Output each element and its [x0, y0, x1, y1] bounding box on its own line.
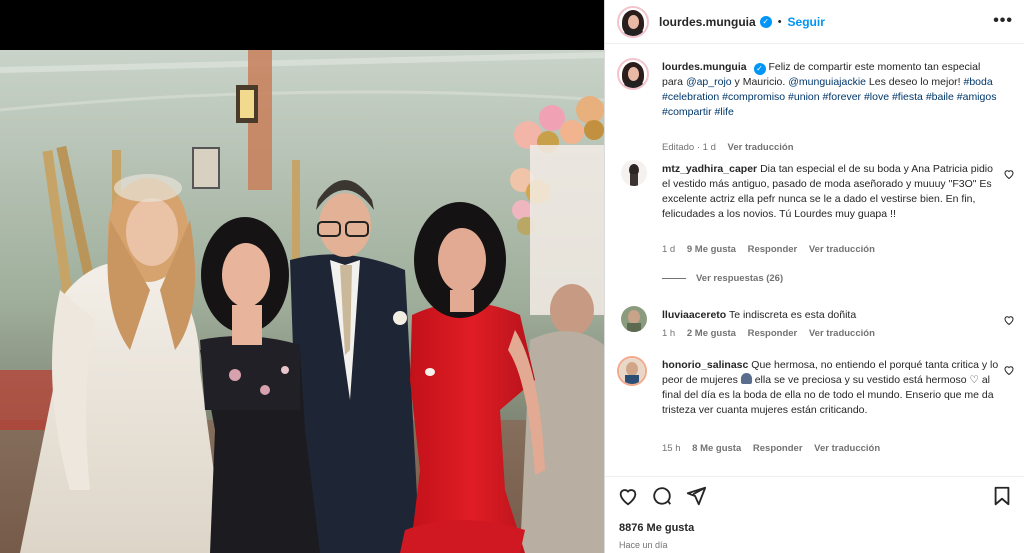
replies-line — [662, 277, 686, 279]
more-options-icon[interactable]: ••• — [993, 12, 1013, 30]
comment-username[interactable]: lluviaacereto — [662, 309, 726, 321]
comment-item: lluviaacereto Te indiscreta es esta doñi… — [617, 306, 1017, 352]
comment-reply-button[interactable]: Responder — [748, 244, 798, 255]
bookmark-icon[interactable] — [991, 485, 1013, 507]
caption-author-avatar[interactable] — [617, 58, 649, 90]
comment-translate-button[interactable]: Ver traducción — [809, 328, 875, 339]
comment-translate-button[interactable]: Ver traducción — [814, 443, 880, 454]
comment-meta: 15 h 8 Me gusta Responder Ver traducción — [662, 443, 889, 454]
comment-time: 1 h — [662, 328, 676, 339]
caption-part: Les deseo lo mejor! — [866, 76, 964, 88]
likes-count[interactable]: 8876 Me gusta — [619, 522, 694, 534]
comment-icon[interactable] — [651, 485, 673, 507]
verified-badge-icon: ✓ — [753, 63, 766, 75]
comment-likes[interactable]: 2 Me gusta — [687, 328, 736, 339]
verified-badge-icon: ✓ — [759, 15, 772, 28]
caption-edited: Editado · 1 d — [662, 142, 716, 153]
author-username[interactable]: lourdes.munguia — [659, 15, 756, 29]
view-replies[interactable]: Ver respuestas (26) — [662, 273, 792, 284]
comment-reply-button[interactable]: Responder — [748, 328, 798, 339]
commenter-avatar[interactable] — [621, 160, 647, 186]
post-side-panel: lourdes.munguia ✓ • Seguir ••• lourdes.m… — [604, 0, 1024, 553]
instagram-post-modal: lourdes.munguia ✓ • Seguir ••• lourdes.m… — [0, 0, 1024, 553]
comment-time: 15 h — [662, 443, 681, 454]
comment-translate-button[interactable]: Ver traducción — [809, 244, 875, 255]
commenter-avatar[interactable] — [621, 306, 647, 332]
comments-area[interactable]: lourdes.munguia ✓ Feliz de compartir est… — [605, 44, 1024, 476]
separator-dot: • — [777, 15, 782, 28]
comment-item: mtz_yadhira_caper Dia tan especial el de… — [617, 160, 1017, 290]
view-replies-label[interactable]: Ver respuestas (26) — [696, 273, 783, 284]
post-header: lourdes.munguia ✓ • Seguir ••• — [605, 0, 1024, 44]
mention-munguiajackie[interactable]: @munguiajackie — [788, 76, 866, 88]
comment-body: Te indiscreta es esta doñita — [728, 309, 857, 321]
caption-username[interactable]: lourdes.munguia — [662, 61, 747, 73]
heart-emoji-icon: ♡ — [969, 374, 979, 386]
comment-like-heart-icon[interactable] — [1003, 364, 1015, 376]
caption-part: y Mauricio. — [731, 76, 789, 88]
comment-text: lluviaacereto Te indiscreta es esta doñi… — [662, 308, 1004, 323]
share-icon[interactable] — [685, 485, 707, 507]
post-media[interactable] — [0, 0, 604, 553]
person-emoji-icon — [740, 373, 752, 384]
comment-text: honorio_salinasc Que hermosa, no entiend… — [662, 358, 1004, 418]
post-actions: 8876 Me gusta Hace un día — [605, 476, 1024, 553]
mention-ap-rojo[interactable]: @ap_rojo — [686, 76, 732, 88]
comment-item: honorio_salinasc Que hermosa, no entiend… — [617, 356, 1017, 466]
comment-likes[interactable]: 9 Me gusta — [687, 244, 736, 255]
follow-button[interactable]: Seguir — [788, 15, 825, 29]
post-caption: lourdes.munguia ✓ Feliz de compartir est… — [617, 58, 1017, 158]
comment-body: ella se ve preciosa y su vestido está he… — [751, 374, 970, 386]
comment-like-heart-icon[interactable] — [1003, 168, 1015, 180]
caption-meta: Editado · 1 d Ver traducción — [662, 142, 803, 153]
caption-see-translation[interactable]: Ver traducción — [728, 142, 794, 153]
comment-username[interactable]: honorio_salinasc — [662, 359, 748, 371]
comment-meta: 1 h 2 Me gusta Responder Ver traducción — [662, 328, 884, 339]
like-heart-icon[interactable] — [617, 485, 639, 507]
caption-text: lourdes.munguia ✓ Feliz de compartir est… — [662, 60, 1002, 120]
comment-reply-button[interactable]: Responder — [753, 443, 803, 454]
commenter-avatar[interactable] — [617, 356, 647, 386]
author-avatar[interactable] — [617, 5, 649, 38]
post-time-ago: Hace un día — [619, 540, 668, 550]
comment-like-heart-icon[interactable] — [1003, 314, 1015, 326]
wedding-photo — [0, 50, 604, 553]
comment-meta: 1 d 9 Me gusta Responder Ver traducción — [662, 244, 884, 255]
comment-time: 1 d — [662, 244, 676, 255]
comment-likes[interactable]: 8 Me gusta — [692, 443, 741, 454]
comment-username[interactable]: mtz_yadhira_caper — [662, 163, 757, 175]
comment-text: mtz_yadhira_caper Dia tan especial el de… — [662, 162, 1004, 222]
